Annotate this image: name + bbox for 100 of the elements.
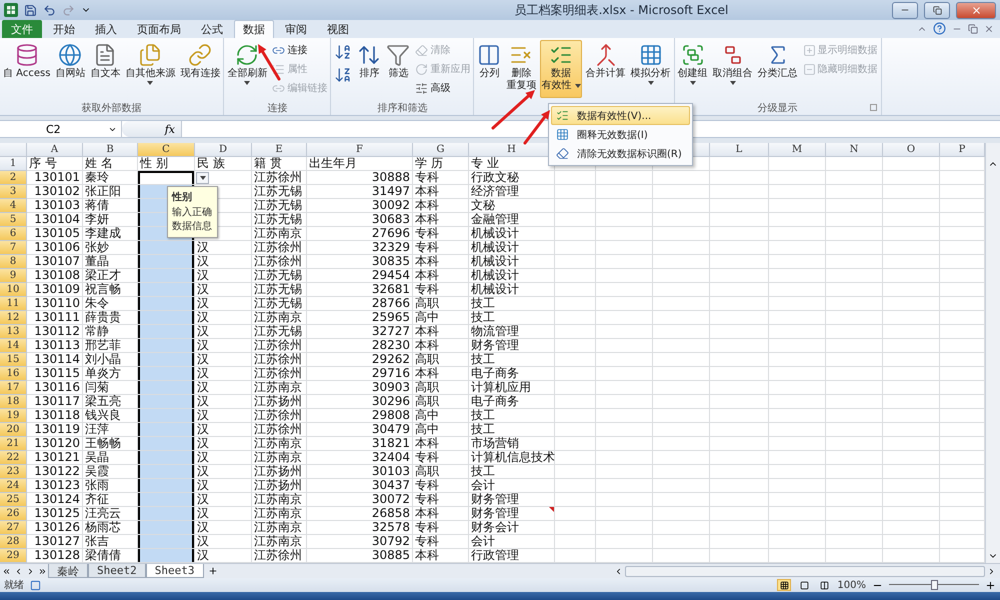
column-header[interactable]: N: [826, 143, 883, 157]
menu-item[interactable]: 圈释无效数据(I): [551, 125, 690, 144]
row-header[interactable]: 14: [0, 339, 27, 353]
selected-cell[interactable]: [138, 409, 194, 422]
selected-cell[interactable]: [138, 311, 194, 324]
column-header[interactable]: D: [195, 143, 252, 157]
help-icon[interactable]: [933, 22, 946, 35]
selected-cell[interactable]: [138, 325, 194, 338]
selected-cell[interactable]: [138, 521, 194, 534]
row-header[interactable]: 26: [0, 507, 27, 521]
ribbon-tab[interactable]: 数据: [234, 20, 274, 38]
ribbon-tab[interactable]: 视图: [318, 20, 358, 38]
ribbon-button[interactable]: 模拟分析: [630, 40, 672, 98]
ribbon-button[interactable]: 现有连接: [179, 40, 222, 98]
ribbon-tab[interactable]: 开始: [44, 20, 84, 38]
row-header[interactable]: 19: [0, 409, 27, 423]
column-header[interactable]: M: [769, 143, 826, 157]
row-header[interactable]: 27: [0, 521, 27, 535]
ribbon-tab[interactable]: 页面布局: [128, 20, 190, 38]
ribbon-button[interactable]: 全部刷新: [226, 40, 268, 98]
ribbon-button[interactable]: 自 Access: [2, 40, 52, 98]
zoom-in-icon[interactable]: [985, 580, 996, 590]
ribbon-button[interactable]: 合并计算: [584, 40, 627, 98]
row-header[interactable]: 12: [0, 311, 27, 325]
row-header[interactable]: 28: [0, 535, 27, 549]
selected-cell[interactable]: [138, 353, 194, 366]
selected-cell[interactable]: [138, 493, 194, 506]
row-header[interactable]: 10: [0, 283, 27, 297]
selected-cell[interactable]: [138, 297, 194, 310]
selected-cell[interactable]: [138, 507, 194, 520]
row-header[interactable]: 2: [0, 171, 27, 185]
column-header[interactable]: A: [27, 143, 83, 157]
ribbon-button[interactable]: 排序: [356, 40, 382, 98]
row-header[interactable]: 13: [0, 325, 27, 339]
menu-item[interactable]: 数据有效性(V)...: [551, 106, 690, 125]
selected-cell[interactable]: [138, 269, 194, 282]
macro-record-icon[interactable]: [30, 580, 41, 590]
selected-cell[interactable]: [138, 395, 194, 408]
row-header[interactable]: 24: [0, 479, 27, 493]
horizontal-scrollbar[interactable]: [625, 566, 985, 576]
column-header[interactable]: L: [710, 143, 769, 157]
selected-cell[interactable]: [138, 255, 194, 268]
ribbon-tab[interactable]: 插入: [86, 20, 126, 38]
selected-cell[interactable]: [138, 451, 194, 464]
sheet-tab[interactable]: Sheet2: [88, 564, 146, 578]
row-header[interactable]: 5: [0, 213, 27, 227]
ribbon-button[interactable]: 高级: [414, 80, 472, 96]
maximize-button[interactable]: [924, 2, 950, 18]
ribbon-button[interactable]: 分类汇总: [756, 40, 799, 98]
restore-icon[interactable]: [968, 24, 978, 34]
ribbon-button[interactable]: 连接: [271, 42, 328, 58]
selected-cell[interactable]: [138, 423, 194, 436]
row-header[interactable]: 4: [0, 199, 27, 213]
ribbon-tab[interactable]: 文件: [2, 20, 42, 38]
ribbon-button[interactable]: 删除 重复项: [505, 40, 538, 98]
ribbon-button[interactable]: 自网站: [54, 40, 86, 98]
column-header[interactable]: O: [883, 143, 940, 157]
row-header[interactable]: 21: [0, 437, 27, 451]
selected-cell[interactable]: [138, 283, 194, 296]
ribbon-button[interactable]: 取消组合: [712, 40, 754, 98]
row-header[interactable]: 8: [0, 255, 27, 269]
ribbon-button[interactable]: 分列: [476, 40, 502, 98]
undo-icon[interactable]: [43, 4, 56, 16]
minimize-button[interactable]: [892, 2, 918, 18]
close-icon[interactable]: [984, 24, 994, 34]
selected-cell[interactable]: [138, 381, 194, 394]
close-button[interactable]: [956, 2, 996, 18]
ribbon-button[interactable]: 创建组: [676, 40, 709, 98]
function-button[interactable]: fx: [122, 121, 182, 137]
row-header[interactable]: 23: [0, 465, 27, 479]
row-header[interactable]: 29: [0, 549, 27, 563]
column-header[interactable]: P: [940, 143, 985, 157]
ribbon-tab[interactable]: 公式: [192, 20, 232, 38]
row-header[interactable]: 15: [0, 353, 27, 367]
spreadsheet-app-icon[interactable]: [4, 3, 18, 17]
row-header[interactable]: 7: [0, 241, 27, 255]
row-header[interactable]: 9: [0, 269, 27, 283]
vertical-scrollbar[interactable]: [985, 143, 1000, 563]
ribbon-button[interactable]: 筛选: [385, 40, 412, 98]
selected-cell[interactable]: [138, 241, 194, 254]
normal-view-button[interactable]: [777, 579, 792, 591]
selected-cell[interactable]: [138, 479, 194, 492]
column-header[interactable]: F: [307, 143, 413, 157]
row-header[interactable]: 20: [0, 423, 27, 437]
row-header[interactable]: 25: [0, 493, 27, 507]
row-header[interactable]: 22: [0, 451, 27, 465]
zoom-level[interactable]: 100%: [837, 580, 866, 590]
ribbon-button[interactable]: 自其他来源: [124, 40, 176, 98]
selected-cell[interactable]: [138, 535, 194, 548]
save-icon[interactable]: [24, 4, 37, 16]
column-header[interactable]: G: [413, 143, 469, 157]
row-header[interactable]: 6: [0, 227, 27, 241]
selected-cell[interactable]: [138, 465, 194, 478]
column-header[interactable]: C: [138, 143, 195, 157]
row-header[interactable]: 1: [0, 157, 27, 171]
row-header[interactable]: 16: [0, 367, 27, 381]
sheet-tab[interactable]: Sheet3: [146, 564, 204, 578]
row-header[interactable]: 18: [0, 395, 27, 409]
column-header[interactable]: E: [252, 143, 307, 157]
ribbon-button[interactable]: 自文本: [89, 40, 122, 98]
